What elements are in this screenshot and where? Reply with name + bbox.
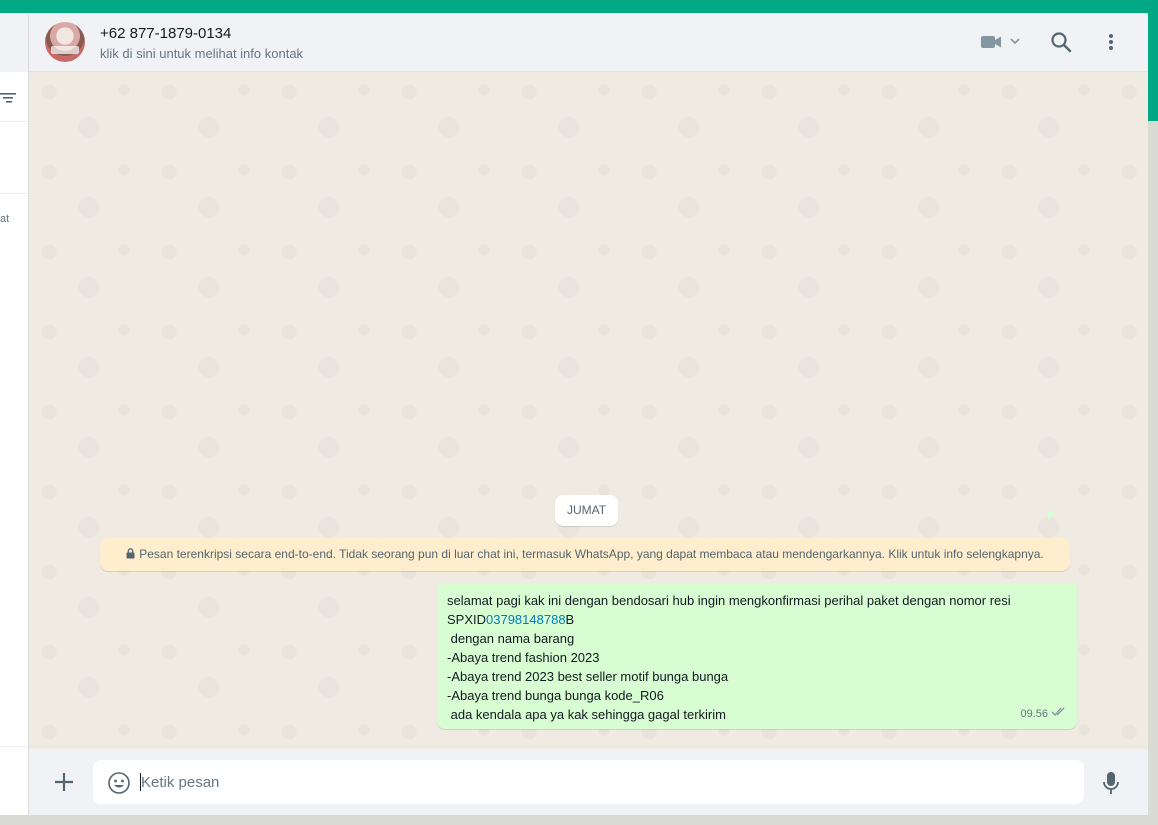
sidebar-divider — [0, 193, 28, 194]
contact-name[interactable]: +62 877-1879-0134 — [100, 25, 231, 42]
menu-icon[interactable] — [1102, 31, 1120, 58]
message-tail — [1048, 511, 1056, 521]
microphone-icon[interactable] — [1102, 771, 1120, 800]
chevron-down-icon — [1010, 38, 1020, 45]
message-line: -Abaya trend 2023 best seller motif bung… — [447, 669, 729, 684]
message-time: 09.56 — [1020, 708, 1048, 720]
avatar[interactable] — [45, 22, 85, 62]
encryption-notice[interactable]: Pesan terenkripsi secara end-to-end. Tid… — [100, 538, 1070, 571]
conversation-panel[interactable]: JUMAT Pesan terenkripsi secara end-to-en… — [29, 72, 1148, 749]
composer-footer — [29, 749, 1148, 815]
filter-icon[interactable] — [0, 91, 16, 110]
sidebar-divider — [0, 746, 28, 747]
app-background-bottom — [0, 815, 1158, 825]
message-line: dengan nama barang — [447, 631, 575, 646]
resi-prefix: SPXID — [447, 612, 487, 627]
lock-icon — [126, 539, 135, 572]
message-input[interactable] — [141, 760, 1071, 804]
message-input-box[interactable] — [93, 760, 1084, 804]
chat-list-item-fragment[interactable]: at — [0, 213, 9, 225]
message-meta: 09.56 — [1020, 705, 1067, 724]
message-line: selamat pagi kak ini dengan bendosari hu… — [447, 593, 1011, 608]
app-top-bar — [0, 0, 1158, 13]
search-icon[interactable] — [1050, 31, 1072, 58]
contact-info-hint[interactable]: klik di sini untuk melihat info kontak — [100, 46, 303, 61]
message-resi-line: SPXID03798148788B — [447, 610, 1067, 629]
emoji-icon[interactable] — [107, 771, 131, 800]
message-line: -Abaya trend bunga bunga kode_R06 — [447, 688, 664, 703]
app-background-edge — [1148, 121, 1158, 825]
attach-icon[interactable] — [53, 771, 75, 798]
encryption-notice-text: Pesan terenkripsi secara end-to-end. Tid… — [139, 547, 1044, 561]
read-ticks-icon — [1051, 705, 1067, 724]
sidebar-header — [0, 13, 28, 72]
video-call-icon — [981, 36, 1001, 48]
app-accent-edge — [1148, 13, 1158, 121]
chat-list-sidebar: at — [0, 13, 29, 815]
message-line: -Abaya trend fashion 2023 — [447, 650, 600, 665]
outgoing-message[interactable]: selamat pagi kak ini dengan bendosari hu… — [437, 583, 1077, 729]
chat-header[interactable]: +62 877-1879-0134 klik di sini untuk mel… — [29, 13, 1148, 72]
phone-number-link[interactable]: 03798148788 — [486, 612, 566, 627]
date-divider: JUMAT — [555, 495, 618, 526]
resi-suffix: B — [565, 612, 575, 627]
sidebar-divider — [0, 121, 28, 122]
video-call-button[interactable] — [981, 33, 1025, 56]
message-line: ada kendala apa ya kak sehingga gagal te… — [447, 707, 726, 722]
